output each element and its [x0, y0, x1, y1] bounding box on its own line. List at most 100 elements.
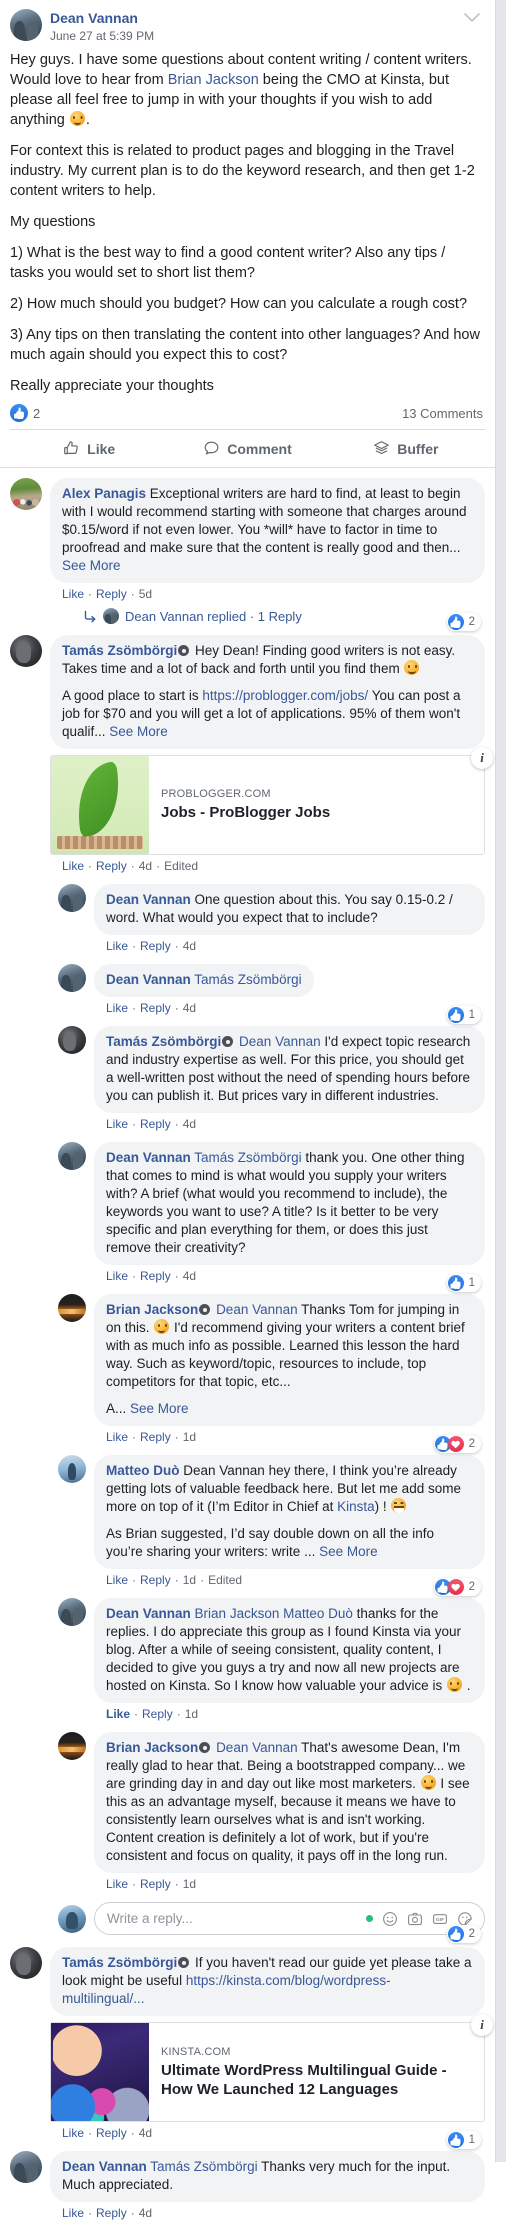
person-mention[interactable]: Dean Vannan [216, 1302, 298, 1317]
post-author-name[interactable]: Dean Vannan [50, 10, 461, 27]
comment-like-link[interactable]: Like [62, 2206, 84, 2220]
commenter-avatar[interactable] [10, 635, 42, 667]
person-mention[interactable]: Tamás Zsömbörgi [194, 972, 301, 987]
comment-like-link[interactable]: Like [62, 859, 84, 873]
person-mention[interactable]: Brian Jackson [168, 72, 259, 88]
comment-reaction-pill[interactable]: 2 [433, 1578, 481, 1596]
comment-author-name[interactable]: Brian Jackson [106, 1740, 198, 1755]
comment-like-link[interactable]: Like [106, 1117, 128, 1131]
comment-like-link[interactable]: Like [106, 1001, 128, 1015]
comment-bubble: Alex Panagis Exceptional writers are har… [50, 478, 485, 583]
comment-like-link[interactable]: Like [106, 1573, 128, 1587]
comment-like-link[interactable]: Like [106, 1430, 128, 1444]
see-more-link[interactable]: See More [319, 1544, 378, 1559]
commenter-avatar[interactable] [58, 964, 86, 992]
post-reaction-summary[interactable]: 2 [10, 404, 40, 422]
comment-timestamp: 1d [182, 1877, 197, 1891]
comment-reaction-pill[interactable]: 1 [446, 1274, 481, 1292]
info-icon[interactable]: i [471, 747, 493, 769]
person-mention[interactable]: Tamás Zsömbörgi [194, 1150, 301, 1165]
comment-reaction-pill[interactable]: 2 [446, 1925, 481, 1943]
comment-author-name[interactable]: Tamás Zsömbörgi [106, 1034, 221, 1049]
comment-reply-link[interactable]: Reply [140, 939, 171, 953]
comment-reaction-pill[interactable]: 2 [433, 1435, 481, 1453]
comment-reply-link[interactable]: Reply [140, 1430, 171, 1444]
see-more-link[interactable]: See More [130, 1401, 189, 1416]
see-more-link[interactable]: See More [109, 724, 168, 739]
person-mention[interactable]: Dean Vannan [216, 1740, 298, 1755]
text-paragraph: Tamás Zsömbörgi Hey Dean! Finding good w… [62, 643, 456, 676]
commenter-avatar[interactable] [10, 2151, 42, 2183]
post-author-avatar[interactable] [10, 9, 42, 41]
comment-reaction-pill[interactable]: 1 [446, 1006, 481, 1024]
person-mention[interactable]: Tamás Zsömbörgi [150, 2159, 257, 2174]
emoji-icon[interactable] [382, 1911, 398, 1927]
commenter-avatar[interactable] [10, 478, 42, 510]
comment-author-name[interactable]: Tamás Zsömbörgi [62, 643, 177, 658]
comment-like-link[interactable]: Like [106, 1877, 128, 1891]
comment-author-name[interactable]: Alex Panagis [62, 486, 146, 501]
comment-reply-link[interactable]: Reply [96, 2206, 127, 2220]
commenter-avatar[interactable] [58, 1455, 86, 1483]
gif-icon[interactable]: GIF [432, 1911, 448, 1927]
person-mention[interactable]: Brian Jackson Matteo Duò [195, 1606, 353, 1621]
camera-icon[interactable] [407, 1911, 423, 1927]
comment-author-name[interactable]: Dean Vannan [62, 2159, 147, 2174]
chevron-down-icon[interactable] [461, 7, 483, 29]
commenter-avatar[interactable] [58, 1026, 86, 1054]
commenter-avatar[interactable] [58, 1142, 86, 1170]
link-preview-card[interactable]: PROBLOGGER.COM Jobs - ProBlogger Jobs i [50, 747, 493, 855]
reply-input-container[interactable]: GIF [94, 1902, 485, 1935]
comment-reply-link[interactable]: Reply [142, 1707, 173, 1721]
comment-like-link[interactable]: Like [62, 2126, 84, 2140]
comment-author-name[interactable]: Dean Vannan [106, 1150, 191, 1165]
comment-reply-link[interactable]: Reply [96, 859, 127, 873]
comment-reply-link[interactable]: Reply [140, 1117, 171, 1131]
commenter-avatar[interactable] [58, 1598, 86, 1626]
post-comments-count[interactable]: 13 Comments [402, 406, 483, 421]
inline-link[interactable]: Kinsta [337, 1499, 375, 1514]
current-user-avatar[interactable] [58, 1904, 86, 1933]
comment-like-link[interactable]: Like [106, 1269, 128, 1283]
comment-reply-link[interactable]: Reply [96, 2126, 127, 2140]
comment-reply-link[interactable]: Reply [140, 1001, 171, 1015]
commenter-avatar[interactable] [58, 1732, 86, 1760]
comment-reply-link[interactable]: Reply [96, 587, 127, 601]
comment-button[interactable]: Comment [168, 436, 326, 461]
comment-meta-row: Like · Reply · 4d [106, 939, 485, 953]
info-icon[interactable]: i [471, 2014, 493, 2036]
inline-link[interactable]: https://kinsta.com/blog/wordpress-multil… [62, 1973, 391, 2006]
inline-link[interactable]: https://problogger.com/jobs/ [202, 688, 368, 703]
comment-reaction-pill[interactable]: 2 [446, 613, 481, 631]
view-replies-row[interactable]: Dean Vannan replied · 1 Reply [84, 608, 485, 624]
comment-like-link[interactable]: Like [62, 587, 84, 601]
comment-edited-label: Edited [164, 859, 199, 873]
commenter-avatar[interactable] [10, 1947, 42, 1979]
comment-reply-link[interactable]: Reply [140, 1573, 171, 1587]
commenter-avatar[interactable] [58, 884, 86, 912]
comment-reply-link[interactable]: Reply [140, 1877, 171, 1891]
like-button[interactable]: Like [10, 436, 168, 461]
comment-body: Dean Vannan Brian Jackson Matteo Duò tha… [86, 1578, 485, 1721]
reply-input[interactable] [107, 1911, 366, 1926]
person-mention[interactable]: Dean Vannan [239, 1034, 321, 1049]
comment-author-name[interactable]: Dean Vannan [106, 1606, 191, 1621]
comment-author-name[interactable]: Dean Vannan [106, 892, 191, 907]
comment-reaction-pill[interactable]: 1 [446, 2131, 481, 2149]
comment-author-name[interactable]: Dean Vannan [106, 972, 191, 987]
comment-author-name[interactable]: Matteo Duò [106, 1463, 180, 1478]
comment-like-link[interactable]: Like [106, 939, 128, 953]
comment-author-name[interactable]: Brian Jackson [106, 1302, 198, 1317]
replier-avatar[interactable] [103, 608, 119, 624]
separator-dot: · [156, 859, 161, 873]
comment-author-name[interactable]: Tamás Zsömbörgi [62, 1955, 177, 1970]
post-timestamp[interactable]: June 27 at 5:39 PM [50, 28, 461, 44]
commenter-avatar[interactable] [58, 1294, 86, 1322]
buffer-button[interactable]: Buffer [327, 436, 485, 461]
comment-like-link[interactable]: Like [106, 1707, 130, 1721]
page-scroll-gutter[interactable] [495, 0, 506, 2162]
comment-reply-link[interactable]: Reply [140, 1269, 171, 1283]
link-preview-card[interactable]: KINSTA.COM Ultimate WordPress Multilingua… [50, 2014, 493, 2122]
see-more-link[interactable]: See More [62, 558, 121, 573]
status-dot-icon[interactable] [366, 1915, 373, 1922]
